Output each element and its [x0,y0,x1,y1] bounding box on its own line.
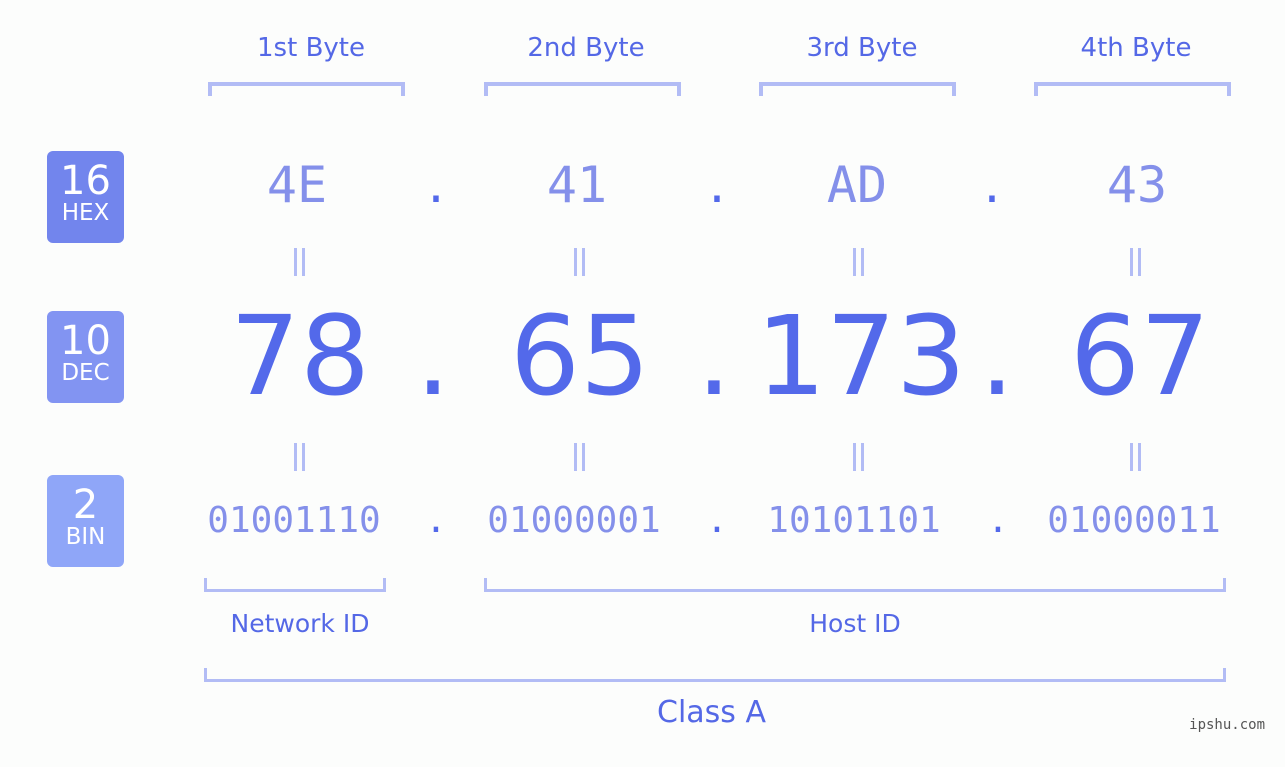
class-label: Class A [657,695,766,730]
equals-marker [571,248,591,276]
hex-value-3: AD [826,156,888,214]
equals-marker [291,248,311,276]
bin-separator-3: . [987,500,1009,541]
host-id-label: Host ID [809,609,901,638]
byte-label-1: 1st Byte [257,33,365,63]
hex-badge: 16 HEX [47,151,124,243]
equals-marker [291,443,311,471]
equals-marker [850,443,870,471]
hex-value-4: 43 [1106,156,1168,214]
byte-bracket-4 [1034,82,1231,96]
dec-value-2: 65 [510,292,650,420]
dec-value-1: 78 [230,292,370,420]
equals-marker [1127,443,1147,471]
hex-badge-base: 16 [60,158,111,204]
hex-separator-1: . [422,162,450,213]
bin-badge: 2 BIN [47,475,124,567]
network-id-bracket [204,578,386,592]
dec-value-4: 67 [1070,292,1210,420]
equals-marker [571,443,591,471]
byte-bracket-2 [484,82,681,96]
hex-value-1: 4E [266,156,328,214]
byte-label-3: 3rd Byte [806,33,918,63]
hex-badge-label: HEX [61,200,110,226]
hex-value-2: 41 [546,156,608,214]
network-id-label: Network ID [230,609,370,638]
bin-separator-2: . [706,500,728,541]
hex-separator-3: . [978,162,1006,213]
bin-badge-base: 2 [72,482,99,528]
equals-marker [850,248,870,276]
dec-separator-2: . [696,292,732,420]
bin-separator-1: . [425,500,447,541]
watermark: ipshu.com [1189,717,1265,733]
hex-separator-2: . [703,162,731,213]
byte-bracket-3 [759,82,956,96]
bin-value-1: 01001110 [207,500,381,541]
dec-badge-base: 10 [60,318,111,364]
byte-label-4: 4th Byte [1080,33,1192,63]
bin-value-2: 01000001 [487,500,661,541]
host-id-bracket [484,578,1226,592]
dec-badge-label: DEC [61,360,110,386]
bin-badge-label: BIN [65,524,106,550]
dec-separator-1: . [415,292,451,420]
dec-badge: 10 DEC [47,311,124,403]
bin-value-4: 01000011 [1047,500,1221,541]
dec-value-3: 173 [756,292,966,420]
byte-bracket-1 [208,82,405,96]
equals-marker [1127,248,1147,276]
bin-value-3: 10101101 [767,500,941,541]
class-bracket [204,668,1226,682]
byte-label-2: 2nd Byte [527,33,645,63]
dec-separator-3: . [979,292,1015,420]
